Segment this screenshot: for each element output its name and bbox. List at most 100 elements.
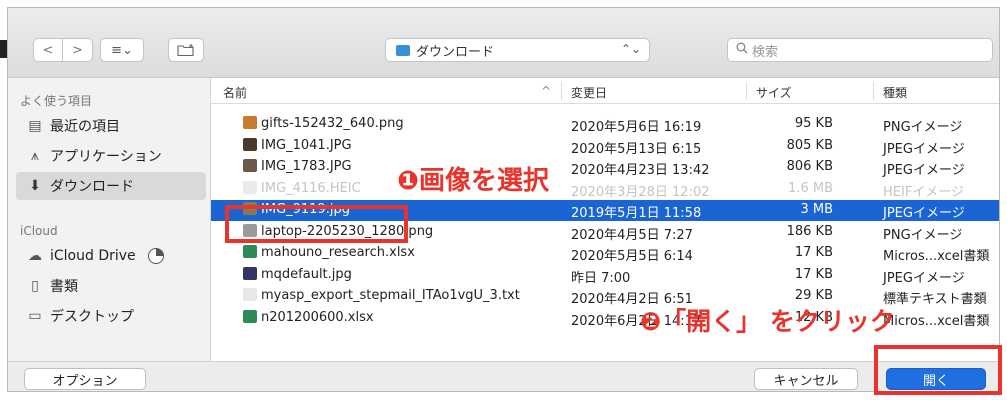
column-kind[interactable]: 種類	[883, 84, 907, 101]
file-date: 昨日 7:00	[571, 270, 631, 286]
file-date: 2020年5月13日 6:15	[571, 141, 702, 157]
chevron-right-icon: >	[72, 42, 83, 58]
file-date: 2020年3月28日 12:02	[571, 184, 710, 200]
file-kind: JPEGイメージ	[883, 141, 965, 157]
sidebar-item-downloads[interactable]: ⬇ ダウンロード	[16, 172, 206, 200]
file-name: IMG_4116.HEIC	[261, 180, 361, 196]
file-name: myasp_export_stepmail_ITAo1vgU_3.txt	[261, 288, 520, 303]
list-view-icon: ≡⌄	[111, 42, 133, 58]
column-date[interactable]: 変更日	[571, 84, 607, 101]
file-name: n201200600.xlsx	[261, 309, 374, 325]
file-row[interactable]: IMG_1041.JPG 2020年5月13日 6:15 805 KB JPEGイメー…	[211, 136, 999, 157]
file-thumbnail-icon	[243, 266, 257, 280]
applications-icon: ⩚	[31, 148, 39, 164]
file-thumbnail-icon	[243, 159, 257, 172]
nav-buttons: < >	[33, 38, 93, 62]
sidebar-item-label: iCloud Drive	[50, 248, 136, 264]
cloud-icon: ☁	[28, 248, 42, 264]
new-folder-icon	[177, 44, 194, 56]
sidebar-item-applications[interactable]: ⩚ アプリケーション	[16, 142, 206, 170]
file-kind: HEIFイメージ	[883, 184, 965, 200]
file-name: mqdefault.jpg	[261, 266, 352, 282]
forward-button[interactable]: >	[63, 38, 93, 62]
location-popup[interactable]: ダウンロード ⌃⌄	[385, 38, 650, 62]
popup-arrows-icon: ⌃⌄	[620, 42, 641, 56]
column-header: 名前 ^ 変更日 サイズ 種類	[211, 78, 999, 104]
location-label: ダウンロード	[416, 44, 495, 60]
file-size: 806 KB	[786, 159, 833, 174]
file-size: 17 KB	[794, 266, 833, 282]
file-kind: 標準テキスト書類	[883, 292, 987, 307]
file-name: IMG_1041.JPG	[261, 137, 352, 153]
sidebar-item-desktop[interactable]: ▭ デスクトップ	[16, 302, 206, 330]
sidebar-item-label: ダウンロード	[50, 179, 134, 195]
sidebar-item-documents[interactable]: ▯ 書類	[16, 272, 206, 300]
file-thumbnail-icon	[243, 245, 257, 258]
cancel-button[interactable]: キャンセル	[754, 368, 858, 390]
file-thumbnail-icon	[243, 309, 257, 323]
back-button[interactable]: <	[33, 38, 63, 62]
sidebar-item-label: デスクトップ	[50, 309, 134, 325]
options-button[interactable]: オプション	[24, 368, 146, 390]
file-row[interactable]: mahouno_research.xlsx 2020年5月5日 6:14 17 KB…	[211, 243, 999, 264]
sidebar-item-label: 最近の項目	[50, 119, 120, 135]
file-date: 2020年5月5日 6:14	[571, 249, 693, 264]
highlight-selected-file	[225, 205, 408, 243]
file-kind: PNGイメージ	[883, 120, 963, 135]
file-size: 29 KB	[794, 288, 833, 303]
file-thumbnail-icon	[243, 137, 257, 151]
options-label: オプション	[52, 373, 118, 389]
search-field[interactable]: 検索	[727, 38, 993, 62]
column-name[interactable]: 名前	[223, 84, 247, 101]
view-mode-button[interactable]: ≡⌄	[100, 38, 144, 62]
sidebar-item-icloud-drive[interactable]: ☁ iCloud Drive	[16, 242, 206, 270]
file-date: 2020年5月6日 16:19	[571, 120, 702, 135]
sidebar-item-recents[interactable]: ▤ 最近の項目	[16, 112, 206, 140]
file-date: 2020年4月23日 13:42	[571, 163, 710, 178]
file-size: 1.6 MB	[788, 180, 833, 196]
step1-annotation: ❶画像を選択	[397, 166, 550, 196]
new-folder-button[interactable]	[168, 38, 204, 62]
favorites-header: よく使う項目	[20, 94, 93, 108]
file-row[interactable]: gifts-152432_640.png 2020年5月6日 16:19 95 KB…	[211, 114, 999, 135]
column-size[interactable]: サイズ	[756, 84, 792, 101]
file-kind: JPEGイメージ	[883, 270, 965, 286]
sidebar-item-label: アプリケーション	[50, 149, 162, 165]
progress-circle-icon	[147, 248, 164, 264]
file-size: 3 MB	[800, 202, 833, 217]
download-icon: ⬇	[29, 178, 41, 194]
file-kind: JPEGイメージ	[883, 163, 965, 178]
file-name: gifts-152432_640.png	[261, 116, 404, 131]
file-kind: Micros...xcel書類	[883, 313, 990, 329]
file-size: 805 KB	[786, 137, 833, 153]
cancel-label: キャンセル	[773, 373, 839, 389]
file-name: IMG_1783.JPG	[261, 159, 352, 174]
step2-annotation: ❷「開く」 をクリック	[640, 307, 895, 336]
sort-indicator-icon: ^	[541, 84, 552, 98]
file-thumbnail-icon	[243, 116, 257, 129]
file-kind: PNGイメージ	[883, 227, 963, 243]
file-size: 186 KB	[786, 223, 833, 239]
file-row[interactable]: IMG_1783.JPG 2020年4月23日 13:42 806 KB JPEGイメ…	[211, 157, 999, 178]
sidebar-item-label: 書類	[50, 279, 78, 295]
file-row[interactable]: IMG_4116.HEIC 2020年3月28日 12:02 1.6 MB HEIFイ…	[211, 179, 999, 200]
icloud-header: iCloud	[20, 224, 58, 238]
highlight-open-button	[874, 345, 1002, 395]
dialog-toolbar: < > ≡⌄ ダウンロード ⌃⌄ 検索	[8, 8, 999, 78]
chevron-left-icon: <	[42, 42, 54, 58]
file-size: 17 KB	[794, 245, 833, 260]
sidebar: よく使う項目 ▤ 最近の項目 ⩚ アプリケーション ⬇ ダウンロード iClou…	[8, 78, 211, 361]
file-row[interactable]: mqdefault.jpg 昨日 7:00 17 KB JPEGイメージ	[211, 265, 999, 286]
recent-icon: ▤	[28, 118, 42, 134]
search-icon	[736, 42, 748, 58]
file-size: 95 KB	[794, 116, 833, 131]
file-thumbnail-icon	[243, 180, 257, 194]
file-thumbnail-icon	[243, 288, 257, 301]
file-kind: JPEGイメージ	[883, 206, 965, 221]
document-icon: ▯	[31, 278, 39, 294]
file-date: 2020年4月5日 7:27	[571, 227, 693, 243]
file-name: mahouno_research.xlsx	[261, 245, 415, 260]
folder-icon	[396, 44, 410, 56]
dialog-footer: オプション キャンセル 開く	[8, 361, 999, 391]
search-placeholder: 検索	[752, 44, 779, 60]
